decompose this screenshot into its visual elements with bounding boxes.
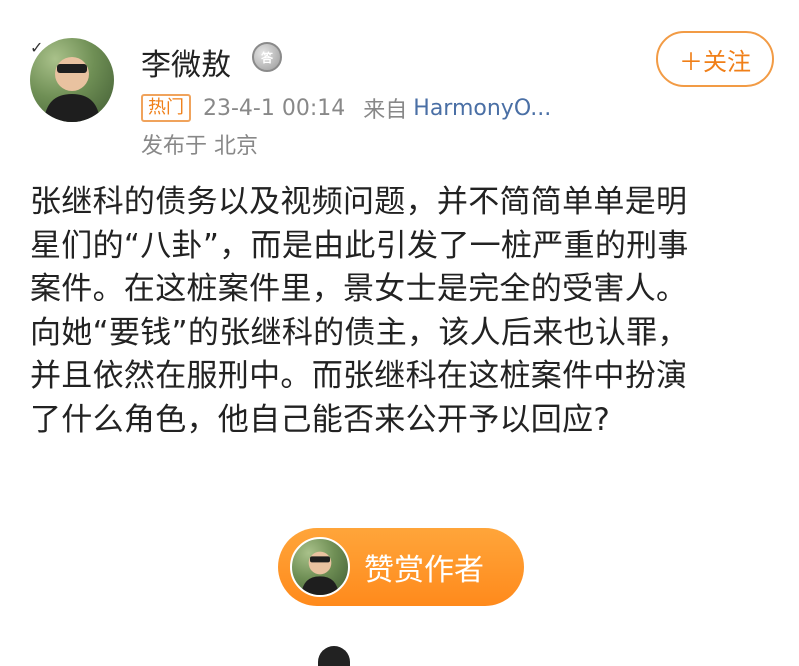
follow-button[interactable]: ＋关注 xyxy=(656,31,774,87)
post-body: 张继科的债务以及视频问题，并不简简单单是明 星们的“八卦”，而是由此引发了一桩严… xyxy=(30,181,775,442)
author-avatar-container[interactable]: ✓ xyxy=(30,38,114,122)
source-link[interactable]: HarmonyO... xyxy=(413,96,551,121)
post-line: 并且依然在服刑中。而张继科在这桩案件中扮演 xyxy=(30,358,688,394)
post-time: 23-4-1 00:14 xyxy=(203,95,346,121)
medal-icon[interactable]: 答 xyxy=(252,42,282,72)
avatar-portrait-icon xyxy=(44,57,100,122)
source-prefix: 来自 xyxy=(363,98,408,123)
avatar-portrait-icon xyxy=(301,551,339,595)
post-line: 向她“要钱”的张继科的债主，该人后来也认罪， xyxy=(30,314,689,351)
avatar[interactable] xyxy=(30,38,114,122)
reward-avatar xyxy=(290,537,350,597)
post-line: 张继科的债务以及视频问题，并不简简单单是明 xyxy=(30,184,688,220)
post-line: 星们的“八卦”，而是由此引发了一桩严重的刑事 xyxy=(30,227,689,264)
reward-author-button[interactable]: 赞赏作者 xyxy=(278,528,524,606)
post-location: 发布于 北京 xyxy=(141,134,258,159)
post-line: 案件。在这桩案件里，景女士是完全的受害人。 xyxy=(30,271,688,307)
username[interactable]: 李微敖 xyxy=(141,40,231,84)
post-meta: 热门 23-4-1 00:14 来自 HarmonyO... xyxy=(141,92,551,124)
post-line: 了什么角色，他自己能否来公开予以回应? xyxy=(30,401,611,438)
cropped-avatar-icon xyxy=(318,646,350,666)
reward-label: 赞赏作者 xyxy=(364,553,484,588)
hot-badge: 热门 xyxy=(141,94,191,122)
